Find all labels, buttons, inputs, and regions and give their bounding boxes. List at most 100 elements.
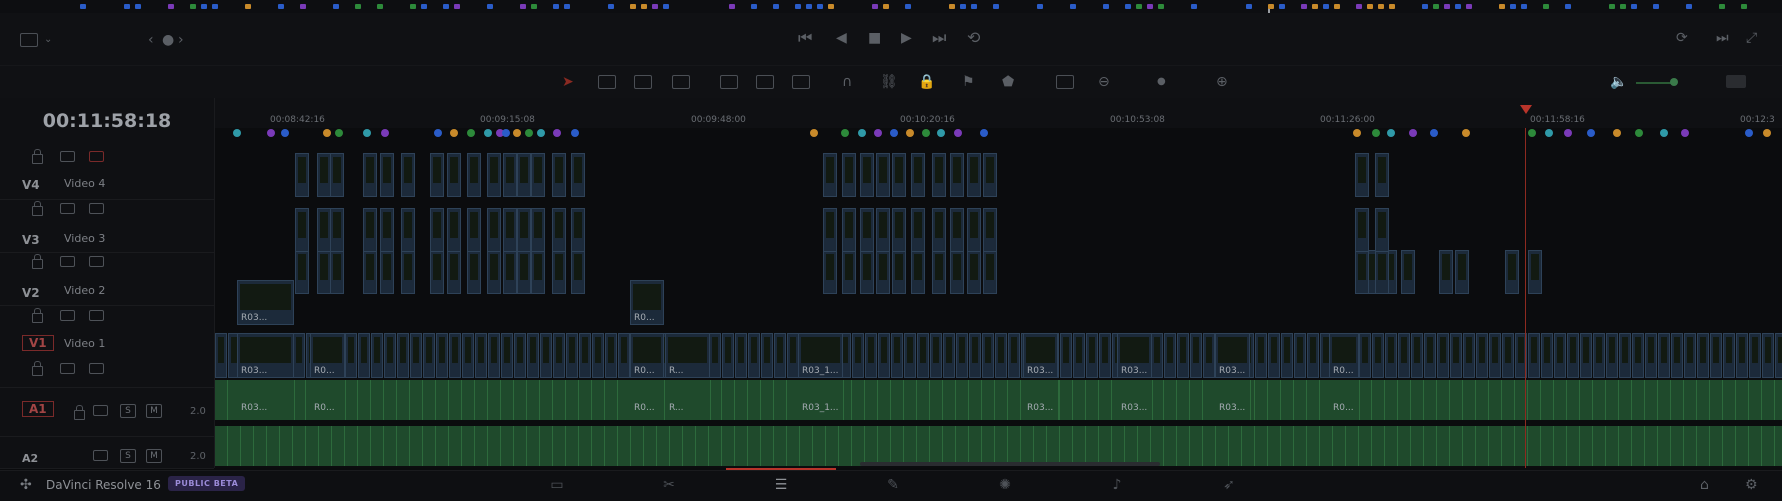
video-clip[interactable] bbox=[467, 153, 481, 197]
timecode-display[interactable]: 00:11:58:18 bbox=[0, 110, 214, 132]
video-clip[interactable] bbox=[1567, 333, 1579, 378]
video-clip[interactable] bbox=[501, 333, 513, 378]
video-clip[interactable]: R03_1... bbox=[798, 333, 843, 378]
audio-clip[interactable] bbox=[956, 380, 969, 420]
audio-clip[interactable] bbox=[1658, 380, 1671, 420]
video-clip[interactable] bbox=[1476, 333, 1488, 378]
audio-clip[interactable] bbox=[631, 426, 644, 466]
video-clip[interactable] bbox=[983, 250, 997, 294]
timeline-marker[interactable] bbox=[1387, 129, 1395, 137]
video-clip[interactable] bbox=[1463, 333, 1475, 378]
audio-clip[interactable] bbox=[436, 426, 449, 466]
audio-clip[interactable] bbox=[1619, 380, 1632, 420]
video-clip[interactable] bbox=[295, 153, 309, 197]
audio-clip[interactable] bbox=[943, 426, 956, 466]
audio-clip[interactable] bbox=[1320, 426, 1333, 466]
audio-clip[interactable] bbox=[1580, 380, 1593, 420]
video-clip[interactable] bbox=[430, 250, 444, 294]
audio-clip[interactable] bbox=[1697, 380, 1710, 420]
audio-clip[interactable] bbox=[1060, 380, 1073, 420]
video-clip[interactable] bbox=[1086, 333, 1098, 378]
video-clip[interactable] bbox=[358, 333, 370, 378]
audio-clip[interactable] bbox=[878, 380, 891, 420]
auto-select-icon[interactable] bbox=[60, 363, 75, 374]
video-clip[interactable] bbox=[1008, 333, 1020, 378]
video-clip[interactable] bbox=[860, 250, 874, 294]
video-clip[interactable] bbox=[295, 250, 309, 294]
video-clip[interactable] bbox=[430, 153, 444, 197]
lock-icon[interactable] bbox=[74, 405, 85, 420]
video-clip[interactable] bbox=[363, 153, 377, 197]
video-clip[interactable] bbox=[1281, 333, 1293, 378]
audio-clip[interactable] bbox=[1528, 426, 1541, 466]
track-name[interactable]: Video 1 bbox=[64, 337, 105, 350]
audio-clip[interactable] bbox=[917, 380, 930, 420]
audio-clip[interactable] bbox=[1554, 426, 1567, 466]
video-clip[interactable] bbox=[1593, 333, 1605, 378]
video-clip[interactable] bbox=[317, 250, 331, 294]
timeline-marker[interactable] bbox=[874, 129, 882, 137]
video-clip[interactable] bbox=[553, 333, 565, 378]
track-name[interactable]: Video 2 bbox=[64, 284, 105, 297]
video-clip[interactable] bbox=[579, 333, 591, 378]
audio-clip[interactable] bbox=[1086, 426, 1099, 466]
audio-clip[interactable] bbox=[241, 426, 254, 466]
marker-icon[interactable]: ⬟ bbox=[1002, 74, 1014, 90]
video-clip[interactable] bbox=[475, 333, 487, 378]
audio-clip[interactable] bbox=[1632, 426, 1645, 466]
audio-clip[interactable] bbox=[1762, 426, 1775, 466]
audio-clip[interactable] bbox=[397, 380, 410, 420]
audio-clip[interactable] bbox=[1164, 380, 1177, 420]
match-frame-icon[interactable]: ⟳ bbox=[1676, 30, 1688, 46]
audio-clip[interactable] bbox=[1580, 426, 1593, 466]
track-id[interactable]: A1 bbox=[22, 401, 54, 417]
video-clip[interactable] bbox=[1060, 333, 1072, 378]
audio-clip[interactable] bbox=[1736, 380, 1749, 420]
audio-clip[interactable] bbox=[683, 426, 696, 466]
timeline-marker[interactable] bbox=[381, 129, 389, 137]
audio-clip[interactable] bbox=[592, 380, 605, 420]
solo-button[interactable]: S bbox=[120, 449, 136, 463]
audio-clip[interactable] bbox=[358, 426, 371, 466]
audio-clip[interactable] bbox=[527, 380, 540, 420]
timeline-marker[interactable] bbox=[267, 129, 275, 137]
audio-clip[interactable] bbox=[1255, 380, 1268, 420]
audio-clip[interactable] bbox=[371, 380, 384, 420]
audio-clip[interactable] bbox=[306, 426, 319, 466]
video-clip[interactable] bbox=[317, 208, 331, 252]
video-clip[interactable] bbox=[1372, 333, 1384, 378]
video-clip[interactable] bbox=[1099, 333, 1111, 378]
audio-clip[interactable] bbox=[904, 380, 917, 420]
timeline-marker[interactable] bbox=[525, 129, 533, 137]
timeline-marker[interactable] bbox=[281, 129, 289, 137]
video-clip[interactable] bbox=[967, 250, 981, 294]
track-header-a1[interactable]: A1 2.0 bbox=[0, 398, 214, 437]
timeline-marker[interactable] bbox=[553, 129, 561, 137]
edit-page-icon[interactable]: ☰ bbox=[726, 468, 836, 500]
audio-clip[interactable] bbox=[371, 426, 384, 466]
video-clip[interactable] bbox=[1375, 250, 1389, 294]
blade-tool-icon[interactable] bbox=[672, 75, 690, 89]
track-header-v3[interactable]: V3 Video 3 bbox=[0, 199, 214, 253]
track-name[interactable]: Video 4 bbox=[64, 177, 105, 190]
audio-clip[interactable] bbox=[943, 380, 956, 420]
audio-clip[interactable] bbox=[1541, 380, 1554, 420]
audio-clip[interactable] bbox=[657, 426, 670, 466]
video-clip[interactable] bbox=[531, 250, 545, 294]
go-to-end-icon[interactable]: ⏭ bbox=[932, 30, 946, 46]
video-clip[interactable] bbox=[950, 208, 964, 252]
video-clip[interactable] bbox=[330, 153, 344, 197]
audio-clip[interactable] bbox=[1372, 380, 1385, 420]
video-clip[interactable] bbox=[330, 250, 344, 294]
audio-clip[interactable]: R03... bbox=[1215, 380, 1251, 420]
audio-clip[interactable] bbox=[1749, 426, 1762, 466]
audio-clip[interactable] bbox=[540, 426, 553, 466]
video-clip[interactable] bbox=[1658, 333, 1670, 378]
audio-clip[interactable] bbox=[605, 380, 618, 420]
audio-clip[interactable] bbox=[995, 426, 1008, 466]
video-clip[interactable] bbox=[317, 153, 331, 197]
audio-clip[interactable] bbox=[254, 426, 267, 466]
audio-clip[interactable] bbox=[618, 426, 631, 466]
video-clip[interactable] bbox=[823, 250, 837, 294]
timeline-marker[interactable] bbox=[1660, 129, 1668, 137]
